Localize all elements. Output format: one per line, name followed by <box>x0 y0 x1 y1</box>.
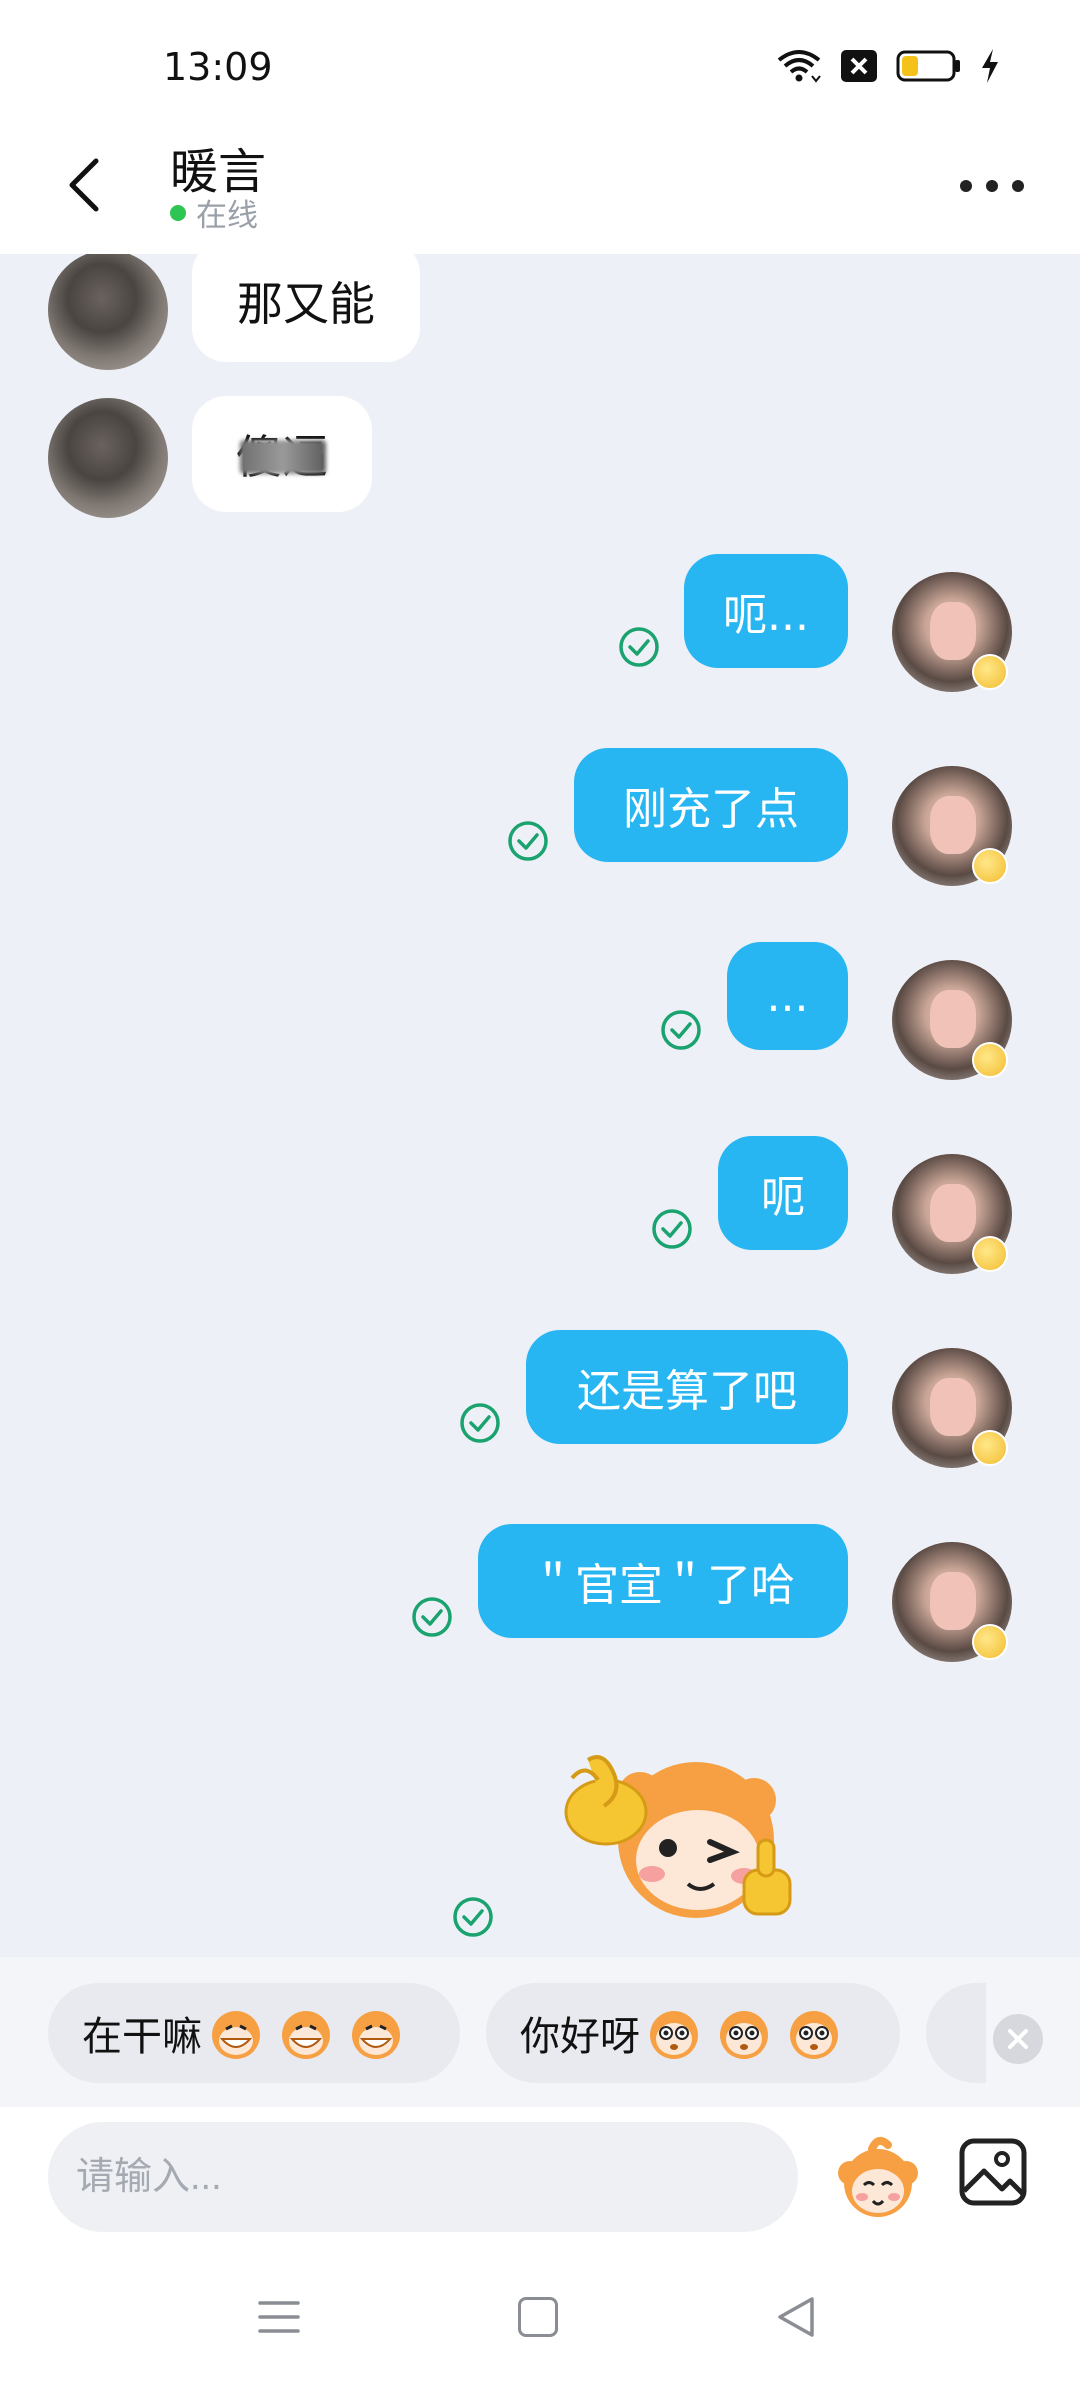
outgoing-message-bubble[interactable]: ... <box>727 942 848 1050</box>
sim-blocked-icon <box>840 49 878 83</box>
read-check-icon <box>459 1402 501 1444</box>
presence-text: 在线 <box>196 198 258 234</box>
charging-bolt-icon <box>980 48 1000 84</box>
message-text: 刚充了点 <box>623 784 799 835</box>
censor-blur <box>240 440 326 474</box>
chat-header: 暖言 在线 <box>0 130 1080 254</box>
avatar-emoji-badge <box>972 1624 1008 1660</box>
triangle-back-icon <box>778 2297 814 2337</box>
message-text: ＂官宣＂了哈 <box>531 1560 795 1611</box>
grin-monkey-icon <box>212 2011 260 2059</box>
message-text: 呃 <box>761 1172 805 1223</box>
battery-low-icon <box>896 49 962 83</box>
back-button[interactable] <box>58 150 110 220</box>
avatar-emoji-badge <box>972 1042 1008 1078</box>
outgoing-message-bubble[interactable]: 还是算了吧 <box>526 1330 848 1444</box>
status-time: 13:09 <box>163 45 273 89</box>
quick-reply-chip-partial[interactable] <box>926 1983 986 2083</box>
status-icons <box>776 48 1000 84</box>
message-text: 呃... <box>723 590 809 641</box>
close-icon <box>1008 2029 1028 2049</box>
monkey-sticker-message[interactable] <box>548 1730 808 1930</box>
message-input[interactable] <box>48 2122 798 2232</box>
monkey-emoji-icon <box>838 2136 918 2217</box>
avatar-emoji-badge <box>972 848 1008 884</box>
chat-message-list[interactable]: 那又能 傻逼 呃... 刚充了点 ... 呃 还是算了吧 ＂官宣＂了哈 <box>0 254 1080 1957</box>
surprised-monkey-icon <box>720 2011 768 2059</box>
avatar-emoji-badge <box>972 654 1008 690</box>
presence-status: 在线 <box>170 190 258 235</box>
read-check-icon <box>618 626 660 668</box>
more-dot-icon <box>1012 180 1024 192</box>
avatar-emoji-badge <box>972 1236 1008 1272</box>
quick-reply-chip[interactable]: 在干嘛 <box>48 1983 460 2083</box>
grin-monkey-icon <box>282 2011 330 2059</box>
read-check-icon <box>452 1896 494 1938</box>
home-button[interactable] <box>518 2297 558 2337</box>
outgoing-message-bubble[interactable]: 呃 <box>718 1136 848 1250</box>
message-input-bar <box>0 2107 1080 2247</box>
more-dot-icon <box>960 180 972 192</box>
outgoing-message-bubble[interactable]: 刚充了点 <box>574 748 848 862</box>
incoming-message-bubble[interactable]: 那又能 <box>192 254 420 362</box>
close-quick-replies-button[interactable] <box>993 2014 1043 2064</box>
contact-avatar[interactable] <box>48 398 168 518</box>
contact-avatar[interactable] <box>48 254 168 370</box>
message-text: 还是算了吧 <box>577 1366 797 1417</box>
read-check-icon <box>411 1596 453 1638</box>
quick-reply-chip[interactable]: 你好呀 <box>486 1983 900 2083</box>
menu-icon <box>258 2301 300 2333</box>
avatar-emoji-badge <box>972 1430 1008 1466</box>
status-bar: 13:09 <box>0 0 1080 130</box>
system-nav-bar <box>0 2247 1080 2400</box>
recent-apps-button[interactable] <box>258 2297 300 2337</box>
emoji-sticker-button[interactable] <box>832 2131 924 2223</box>
system-back-button[interactable] <box>776 2295 816 2339</box>
read-check-icon <box>651 1208 693 1250</box>
message-text: ... <box>766 970 809 1022</box>
quick-reply-text: 在干嘛 <box>82 2014 202 2060</box>
quick-reply-bar: 在干嘛 你好呀 <box>0 1957 1080 2107</box>
quick-reply-text: 你好呀 <box>520 2014 640 2060</box>
wifi-icon <box>776 48 822 84</box>
read-check-icon <box>507 820 549 862</box>
more-options-button[interactable] <box>960 166 1024 206</box>
message-text: 那又能 <box>237 277 375 331</box>
more-dot-icon <box>986 180 998 192</box>
outgoing-message-bubble[interactable]: 呃... <box>684 554 848 668</box>
surprised-monkey-icon <box>650 2011 698 2059</box>
image-picker-button[interactable] <box>958 2137 1028 2207</box>
image-icon <box>959 2138 1027 2206</box>
surprised-monkey-icon <box>790 2011 838 2059</box>
outgoing-message-bubble[interactable]: ＂官宣＂了哈 <box>478 1524 848 1638</box>
read-check-icon <box>660 1009 702 1051</box>
grin-monkey-icon <box>352 2011 400 2059</box>
chevron-left-icon <box>69 158 99 212</box>
online-dot-icon <box>170 204 186 221</box>
